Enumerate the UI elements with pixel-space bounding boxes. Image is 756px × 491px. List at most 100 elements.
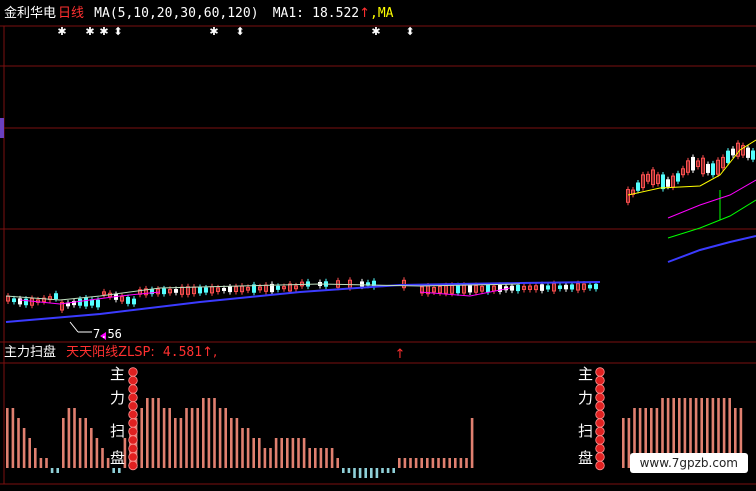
histogram-bar bbox=[325, 448, 328, 468]
histogram-bar bbox=[168, 408, 171, 468]
low-price-pointer bbox=[69, 321, 79, 333]
line-value: 4.581 bbox=[162, 345, 203, 360]
ma1-value: 18.522 bbox=[312, 6, 360, 21]
signal-dot bbox=[595, 367, 605, 377]
signal-dot bbox=[595, 452, 605, 462]
histogram-bar bbox=[213, 398, 216, 468]
ma1-arrow: ↑ bbox=[359, 6, 371, 21]
histogram-bar bbox=[297, 438, 300, 468]
histogram-bar bbox=[308, 448, 311, 468]
ma-line-short bbox=[5, 283, 521, 301]
signal-label-right-3: 扫 bbox=[578, 422, 594, 440]
histogram-bar bbox=[174, 418, 177, 468]
histogram-bar bbox=[101, 448, 104, 468]
candle-body bbox=[706, 163, 710, 173]
candle-body bbox=[726, 150, 730, 163]
grid-lines bbox=[0, 25, 756, 485]
candle-body bbox=[78, 298, 82, 306]
histogram-bar bbox=[6, 408, 9, 468]
candle-body bbox=[198, 287, 202, 294]
candle-body bbox=[540, 284, 544, 291]
signal-markers: ✱ ✱ ✱ ⬍ ✱ ⬍ ✱ ⬍ ↑ bbox=[57, 25, 414, 362]
histogram-bar bbox=[342, 468, 345, 473]
candle-body bbox=[516, 284, 520, 292]
histogram-bar bbox=[241, 428, 244, 468]
candle-body bbox=[204, 287, 208, 293]
candle-body bbox=[456, 285, 460, 294]
ma-tail: ,MA bbox=[370, 6, 394, 21]
signal-label-right-2: 力 bbox=[578, 389, 594, 407]
signal-star-icon: ✱ bbox=[371, 25, 380, 38]
candle-body bbox=[731, 148, 735, 156]
histogram-bar bbox=[470, 418, 474, 468]
histogram-bar bbox=[157, 398, 160, 468]
candle-body bbox=[564, 284, 568, 290]
histogram-bar bbox=[375, 468, 379, 478]
candle-body bbox=[222, 287, 226, 292]
candle-body bbox=[486, 284, 490, 293]
histogram-bar bbox=[442, 458, 446, 468]
signal-dot bbox=[595, 392, 605, 403]
candle-body bbox=[751, 150, 755, 160]
indicator-name: 主力扫盘 bbox=[4, 345, 57, 360]
candle-body bbox=[636, 182, 640, 191]
signal-star-icon: ✱ bbox=[57, 25, 66, 38]
low-price-label: 7.56 bbox=[93, 327, 122, 341]
histogram-bar bbox=[39, 458, 43, 468]
candle-body bbox=[661, 174, 665, 190]
histogram-bar bbox=[336, 458, 339, 468]
histogram-bar bbox=[319, 448, 323, 468]
indicator-panel-header: 主力扫盘 天天阳线ZLSP: 4.581↑, bbox=[4, 345, 217, 361]
histogram-bar bbox=[437, 458, 440, 468]
signal-label-left-3: 扫 bbox=[110, 422, 126, 440]
candle-body bbox=[558, 285, 562, 289]
histogram-bar bbox=[252, 438, 255, 468]
axis-marker bbox=[0, 118, 4, 138]
candle-body bbox=[276, 285, 280, 290]
candle-body bbox=[588, 284, 592, 289]
histogram-bar bbox=[218, 408, 222, 468]
histogram-bar bbox=[151, 398, 155, 468]
histogram-bar bbox=[73, 408, 76, 468]
candle-body bbox=[90, 299, 94, 306]
histogram-bar bbox=[409, 458, 412, 468]
period-label: 日线 bbox=[58, 6, 85, 21]
histogram-bar bbox=[56, 468, 59, 473]
histogram-bar bbox=[353, 468, 356, 478]
signal-dot bbox=[128, 460, 138, 471]
histogram-bar bbox=[45, 458, 48, 468]
histogram-bar bbox=[179, 418, 183, 468]
signal-dot bbox=[595, 409, 605, 420]
signal-star-icon: ✱ bbox=[209, 25, 218, 38]
candle-body bbox=[84, 297, 88, 307]
ma-params: MA(5,10,20,30,60,120) bbox=[94, 6, 259, 21]
histogram-bar bbox=[274, 438, 278, 468]
signal-dot bbox=[595, 435, 605, 445]
signal-dot bbox=[128, 452, 138, 462]
signal-label-right-1: 主 bbox=[578, 365, 594, 383]
histogram-bar bbox=[459, 458, 463, 468]
moving-average-lines bbox=[5, 139, 756, 323]
histogram-bar bbox=[431, 458, 435, 468]
histogram-bar bbox=[302, 438, 306, 468]
histogram-bar bbox=[364, 468, 367, 478]
ma-line-long bbox=[667, 235, 756, 263]
signal-label-left-2: 力 bbox=[110, 389, 126, 407]
candle-body bbox=[546, 285, 550, 290]
histogram-bar bbox=[347, 468, 351, 473]
histogram-bar bbox=[454, 458, 457, 468]
signal-dot bbox=[128, 375, 138, 386]
histogram-bar bbox=[62, 418, 65, 468]
histogram-bar bbox=[392, 468, 395, 473]
candle-body bbox=[132, 298, 136, 305]
histogram-bar bbox=[358, 468, 362, 478]
candle-body bbox=[691, 156, 695, 171]
histogram-bar bbox=[291, 438, 295, 468]
signal-dot bbox=[595, 384, 605, 394]
histogram-bar bbox=[269, 448, 272, 468]
signal-star-icon: ✱ bbox=[85, 25, 94, 38]
histogram-bar bbox=[386, 468, 390, 473]
signal-dot bbox=[128, 418, 138, 428]
candle-body bbox=[360, 281, 364, 287]
signal-dot bbox=[128, 435, 138, 445]
